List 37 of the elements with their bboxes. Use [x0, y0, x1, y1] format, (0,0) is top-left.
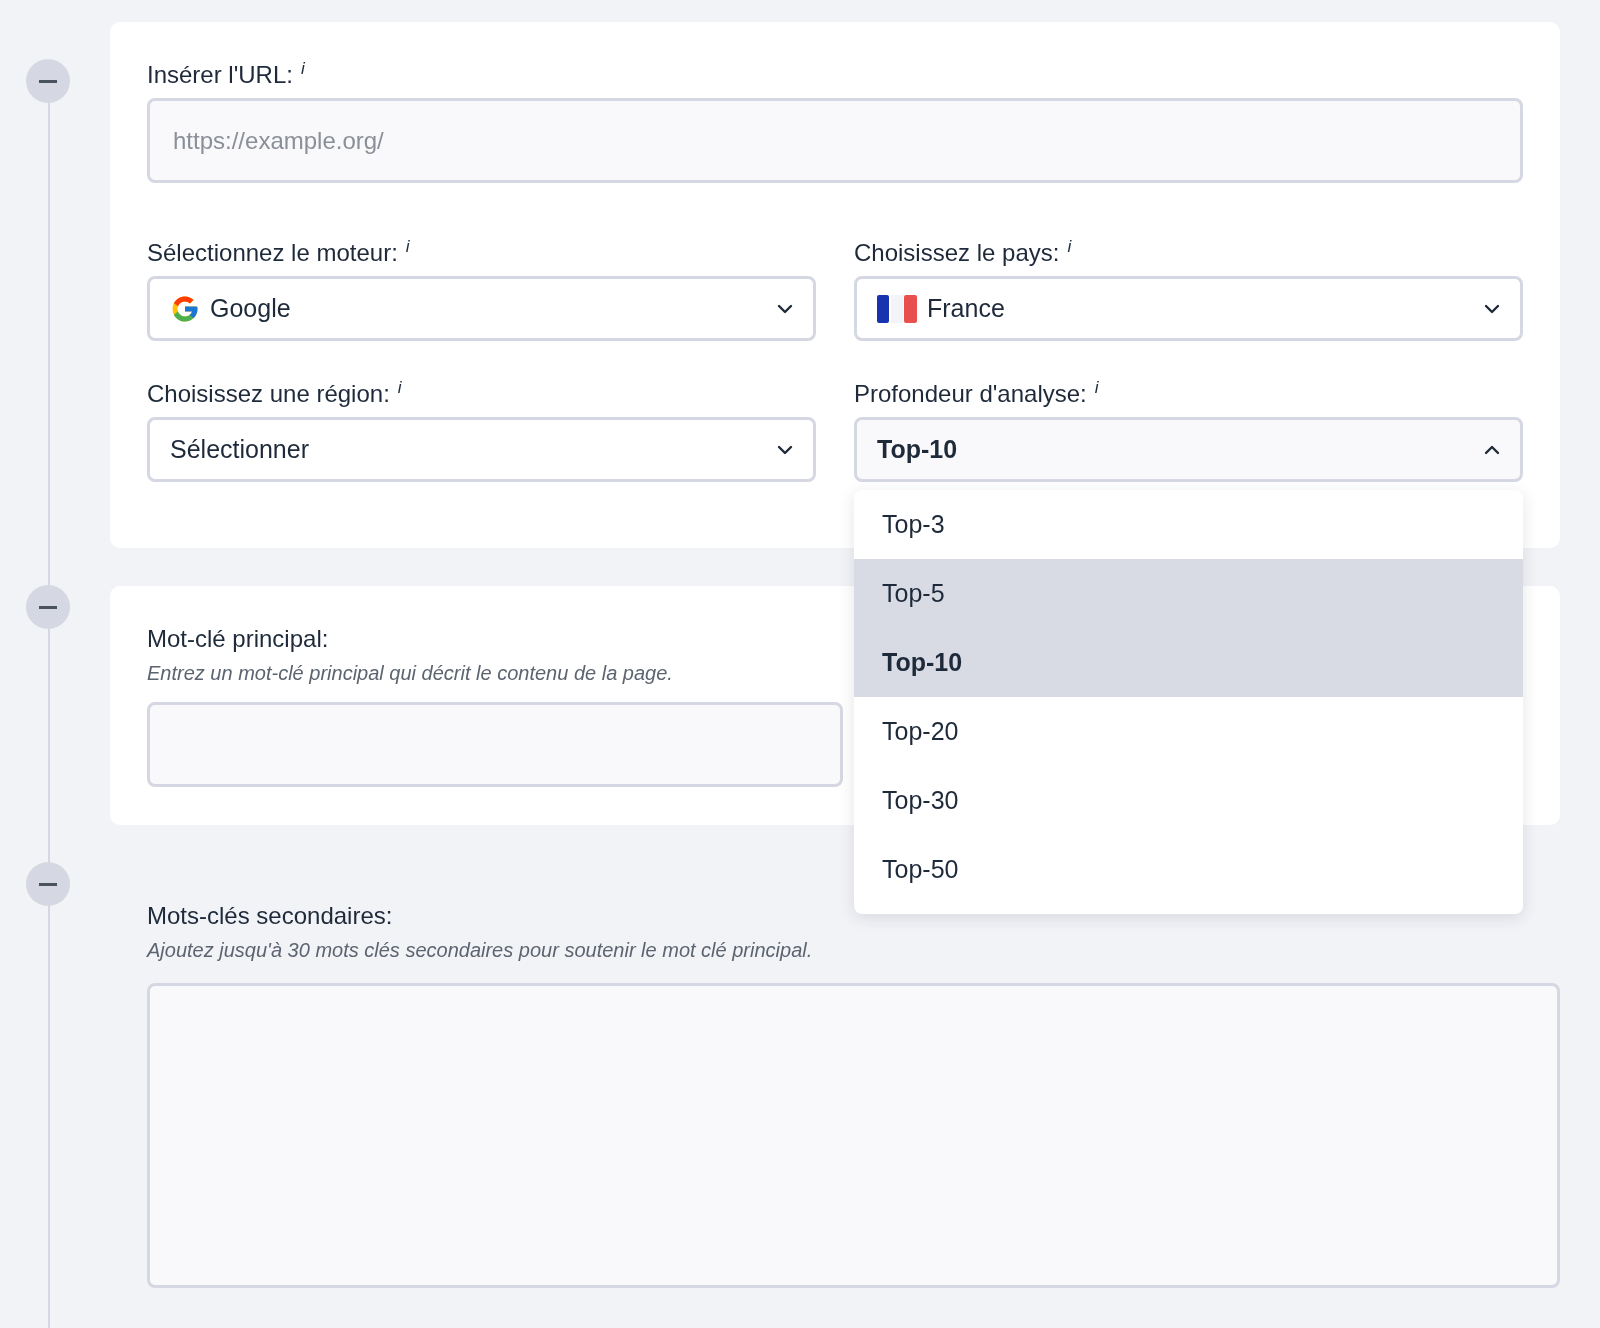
field-label: Sélectionnez le moteur:	[147, 238, 398, 268]
dropdown-select[interactable]: France	[854, 276, 1523, 341]
info-marker[interactable]: i	[397, 379, 402, 397]
field-label: Choisissez une région:	[147, 379, 390, 409]
dropdown-option[interactable]: Top-5	[854, 559, 1523, 628]
dropdown-select[interactable]: Google	[147, 276, 816, 341]
dropdown-option[interactable]: Top-30	[854, 766, 1523, 835]
field-label: Mot-clé principal:	[147, 624, 329, 654]
keyword-input-field[interactable]	[147, 702, 843, 787]
dropdown-option[interactable]: Top-20	[854, 697, 1523, 766]
info-marker[interactable]: i	[300, 60, 305, 78]
dropdown-option[interactable]: Top-50	[854, 835, 1523, 904]
minus-icon	[39, 882, 57, 886]
dropdown-option[interactable]: Top-3	[854, 490, 1523, 559]
field-hint: Ajoutez jusqu'à 30 mots clés secondaires pour soutenir le mot clé principal.	[147, 938, 813, 963]
chevron-down-icon	[777, 444, 793, 455]
field-label: Mots-clés secondaires:	[147, 901, 393, 931]
field-label: Choisissez le pays:	[854, 238, 1060, 268]
info-marker[interactable]: i	[1067, 238, 1072, 256]
field-label: Insérer l'URL:	[147, 60, 293, 90]
chevron-down-icon	[777, 303, 793, 314]
url-input-field[interactable]: https://example.org/	[147, 98, 1523, 183]
chevron-up-icon	[1484, 444, 1500, 455]
collapse-toggle-button[interactable]	[26, 585, 70, 629]
collapse-toggle-button[interactable]	[26, 862, 70, 906]
field-hint: Entrez un mot-clé principal qui décrit le contenu de la page.	[147, 661, 673, 686]
collapse-toggle-button[interactable]	[26, 59, 70, 103]
dropdown-select[interactable]: Top-10	[854, 417, 1523, 482]
minus-icon	[39, 79, 57, 83]
minus-icon	[39, 605, 57, 609]
info-marker[interactable]: i	[405, 238, 410, 256]
info-marker[interactable]: i	[1094, 379, 1099, 397]
dropdown-select[interactable]: Sélectionner	[147, 417, 816, 482]
field-label: Profondeur d'analyse:	[854, 379, 1087, 409]
dropdown-option[interactable]: Top-10	[854, 628, 1523, 697]
chevron-down-icon	[1484, 303, 1500, 314]
flag-icon	[877, 294, 917, 323]
